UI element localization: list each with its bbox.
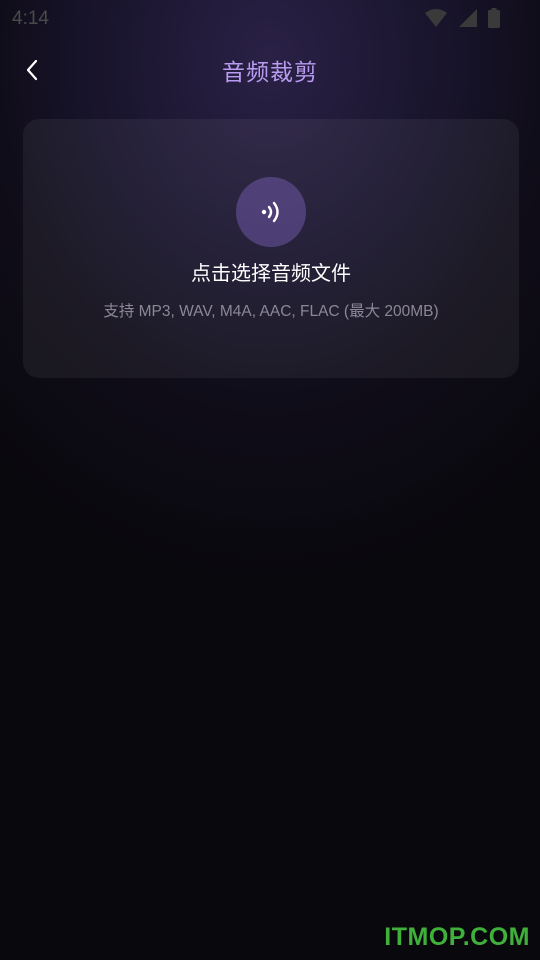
upload-title: 点击选择音频文件 [191, 261, 351, 285]
status-bar: 4:14 [0, 0, 540, 36]
upload-icon-circle [236, 177, 306, 247]
status-time: 4:14 [12, 8, 49, 29]
watermark: ITMOP.COM [384, 923, 530, 951]
battery-icon [488, 8, 500, 28]
wifi-icon [425, 9, 447, 27]
header: 音频裁剪 [0, 40, 540, 96]
page-title: 音频裁剪 [222, 60, 318, 86]
cell-signal-icon [459, 9, 477, 27]
upload-subtitle: 支持 MP3, WAV, M4A, AAC, FLAC (最大 200MB) [103, 303, 439, 320]
select-audio-file-card[interactable]: 点击选择音频文件 支持 MP3, WAV, M4A, AAC, FLAC (最大… [23, 119, 519, 378]
audio-wave-icon [261, 201, 279, 223]
status-icons [424, 8, 500, 28]
